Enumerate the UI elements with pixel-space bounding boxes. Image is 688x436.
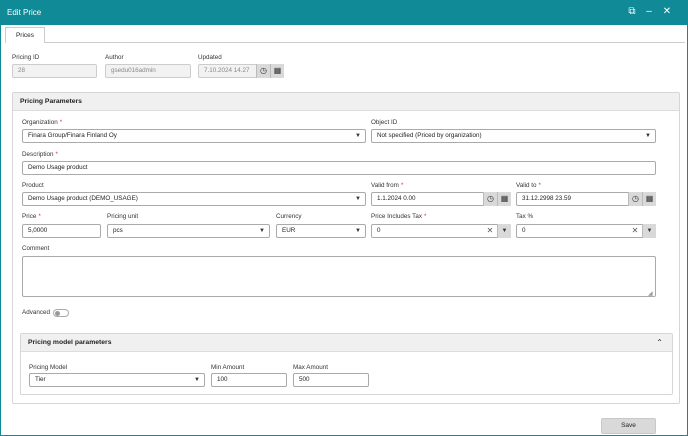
price-label: Price * [22,213,41,220]
author-field: gsedu016admin [105,64,191,78]
valid-to-label-text: Valid to [516,182,537,189]
product-select[interactable]: Demo Usage product (DEMO_USAGE) [22,192,366,206]
pricing-unit-select[interactable]: pcs [107,224,270,238]
description-label: Description * [22,151,58,158]
tab-prices[interactable]: Prices [5,27,45,43]
advanced-label: Advanced [22,309,51,316]
calendar-icon[interactable]: ▦ [270,64,284,78]
window-titlebar: Edit Price ⧉ – ✕ [0,0,688,25]
price-input[interactable]: 5,0000 [22,224,101,238]
author-label: Author [105,54,124,61]
advanced-toggle[interactable] [53,309,69,317]
min-amount-input[interactable]: 100 [211,373,287,387]
calendar-icon[interactable]: ▦ [642,192,656,206]
currency-select[interactable]: EUR [276,224,366,238]
max-amount-label: Max Amount [293,364,328,371]
description-input[interactable]: Demo Usage product [22,161,656,175]
tab-divider [45,42,685,43]
updated-label: Updated [198,54,222,61]
maximize-icon[interactable]: ⧉ [625,5,639,19]
object-id-label: Object ID [371,119,398,126]
toggle-knob [55,311,60,316]
currency-label: Currency [276,213,302,220]
required-marker: * [59,119,63,126]
pricing-model-select[interactable]: Tier [29,373,205,387]
pricing-model-title[interactable]: Pricing model parameters [21,334,672,352]
tax-pct-label: Tax % [516,213,534,220]
price-label-text: Price [22,213,37,220]
pricing-id-field: 28 [12,64,97,78]
pricing-model-label: Pricing Model [29,364,68,371]
comment-textarea[interactable] [22,256,656,297]
clock-icon[interactable]: ◷ [628,192,642,206]
clock-icon[interactable]: ◷ [483,192,497,206]
clear-icon[interactable]: ✕ [629,224,641,238]
resize-handle-icon[interactable]: ◢ [648,290,653,297]
organization-label-text: Organization [22,119,58,126]
required-marker: * [423,213,427,220]
max-amount-input[interactable]: 500 [293,373,369,387]
comment-label: Comment [22,245,50,252]
required-marker: * [38,213,41,220]
clear-icon[interactable]: ✕ [484,224,496,238]
chevron-up-icon[interactable]: ⌃ [656,338,663,347]
required-marker: * [538,182,541,189]
clock-icon[interactable]: ◷ [256,64,270,78]
valid-to-label: Valid to * [516,182,541,189]
chevron-down-icon[interactable]: ▼ [497,224,511,238]
required-marker: * [400,182,404,189]
minimize-icon[interactable]: – [642,5,656,19]
valid-from-label: Valid from * [371,182,403,189]
pricing-parameters-title: Pricing Parameters [13,93,679,111]
valid-from-label-text: Valid from [371,182,399,189]
save-button[interactable]: Save [601,418,656,434]
window-title: Edit Price [7,8,42,17]
calendar-icon[interactable]: ▦ [497,192,511,206]
object-id-select[interactable]: Not specified (Priced by organization) [371,129,656,143]
chevron-down-icon[interactable]: ▼ [642,224,656,238]
close-icon[interactable]: ✕ [660,5,674,19]
required-marker: * [55,151,58,158]
price-includes-tax-label: Price Includes Tax * [371,213,426,220]
product-label: Product [22,182,44,189]
price-includes-tax-label-text: Price Includes Tax [371,213,422,220]
description-label-text: Description [22,151,54,158]
organization-select[interactable]: Finara Group/Finara Finland Oy [22,129,366,143]
organization-label: Organization * [22,119,62,126]
min-amount-label: Min Amount [211,364,245,371]
pricing-id-label: Pricing ID [12,54,40,61]
pricing-unit-label: Pricing unit [107,213,139,220]
